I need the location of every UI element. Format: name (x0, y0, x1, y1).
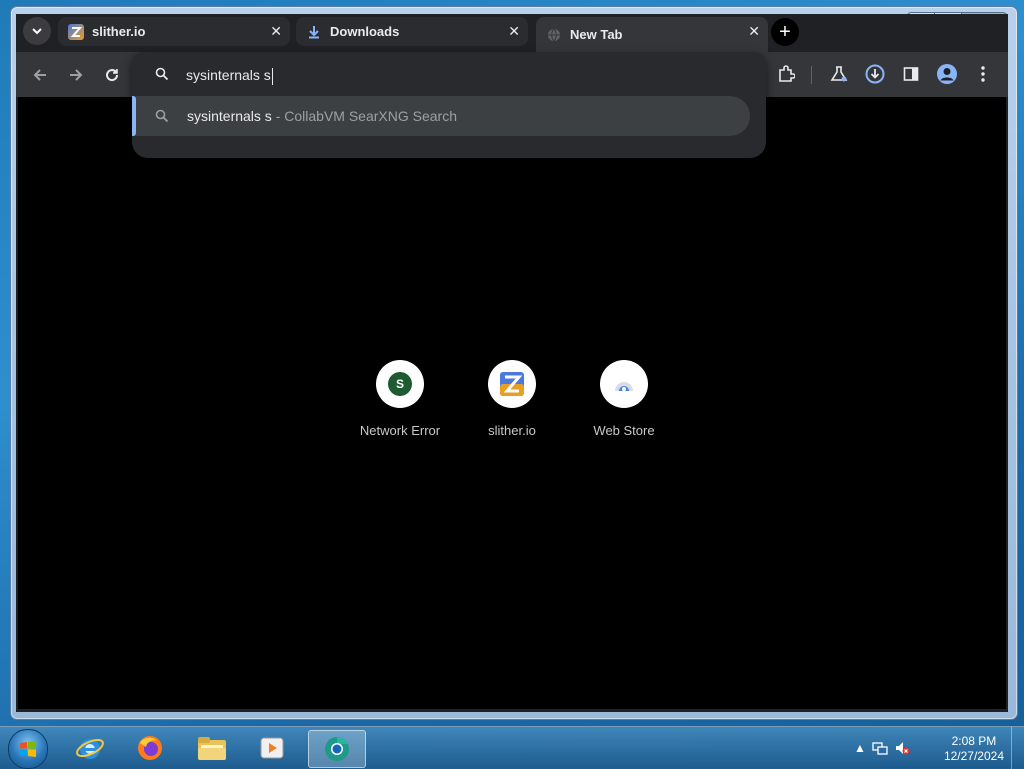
close-tab-icon[interactable]: ✕ (270, 23, 282, 40)
back-button[interactable] (29, 64, 51, 86)
new-tab-button[interactable]: + (771, 18, 799, 46)
taskbar-chrome[interactable] (308, 730, 366, 768)
globe-icon (546, 27, 562, 43)
extensions-icon (779, 65, 795, 82)
side-panel-icon (903, 67, 919, 81)
slither-favicon (68, 23, 84, 40)
download-icon (306, 24, 322, 40)
shortcut-label: Network Error (359, 423, 441, 438)
chevron-down-icon (32, 27, 42, 34)
address-bar-text: sysinternals s (186, 67, 271, 83)
downloads-button[interactable] (863, 62, 887, 86)
labs-button[interactable] (827, 62, 851, 86)
taskbar-file-explorer[interactable] (184, 730, 240, 766)
firefox-icon (138, 736, 162, 760)
shortcut-slither[interactable]: slither.io (462, 360, 562, 438)
shortcut-icon: S (376, 360, 424, 408)
clock[interactable]: 2:08 PM 12/27/2024 (944, 734, 1004, 764)
menu-button[interactable] (971, 62, 995, 86)
media-player-icon (260, 737, 284, 759)
address-bar-input[interactable]: sysinternals s (186, 67, 273, 85)
chrome-browser: slither.io ✕ Downloads ✕ New Tab ✕ + S N… (16, 14, 1008, 712)
suggestion-query: sysinternals s (187, 108, 272, 124)
download-icon (865, 64, 885, 84)
windows-logo-icon (20, 741, 36, 757)
start-button[interactable] (8, 729, 48, 769)
volume-muted-icon[interactable] (894, 740, 910, 756)
tab-strip: slither.io ✕ Downloads ✕ New Tab ✕ + (16, 14, 1008, 52)
omnibox-suggestion[interactable]: sysinternals s - CollabVM SearXNG Search (132, 96, 750, 136)
close-tab-icon[interactable]: ✕ (508, 23, 520, 40)
taskbar: ▲ 2:08 PM 12/27/2024 (0, 726, 1024, 769)
tab-slither[interactable]: slither.io ✕ (58, 17, 290, 46)
shortcut-icon (600, 360, 648, 408)
tab-downloads[interactable]: Downloads ✕ (296, 17, 528, 46)
profile-button[interactable] (935, 62, 959, 86)
reload-button[interactable] (101, 64, 123, 86)
search-icon (155, 109, 169, 123)
tab-title: New Tab (570, 27, 623, 42)
chrome-icon (325, 736, 349, 761)
network-icon[interactable] (872, 740, 888, 756)
profile-icon (937, 64, 957, 84)
side-panel-button[interactable] (899, 62, 923, 86)
selection-indicator (132, 96, 136, 136)
taskbar-firefox[interactable] (122, 730, 178, 766)
tab-title: Downloads (330, 24, 400, 39)
clock-date: 12/27/2024 (943, 749, 1004, 763)
close-tab-icon[interactable]: ✕ (748, 23, 760, 40)
new-tab-page: S Network Error slither.io Web Store (18, 97, 1006, 709)
tab-new-tab[interactable]: New Tab ✕ (536, 17, 768, 52)
show-desktop-button[interactable] (1011, 727, 1024, 769)
suggestion-text: sysinternals s - CollabVM SearXNG Search (187, 108, 457, 124)
forward-button[interactable] (65, 64, 87, 86)
toolbar-divider (811, 66, 812, 84)
shortcut-label: Web Store (593, 423, 655, 438)
internet-explorer-icon (76, 738, 104, 759)
system-tray: ▲ 2:08 PM 12/27/2024 (844, 727, 1024, 769)
forward-icon (70, 69, 83, 81)
shortcut-web-store[interactable]: Web Store (574, 360, 674, 438)
reload-icon (106, 69, 119, 82)
shortcut-icon (488, 360, 536, 408)
back-icon (33, 69, 46, 81)
web-store-icon (615, 382, 633, 391)
tab-search-button[interactable] (23, 17, 51, 45)
taskbar-internet-explorer[interactable] (62, 730, 118, 766)
taskbar-media-player[interactable] (244, 730, 300, 766)
slither-favicon (500, 372, 524, 396)
omnibox-dropdown: sysinternals s sysinternals s - CollabVM… (132, 52, 766, 158)
suggestion-source: - CollabVM SearXNG Search (271, 108, 457, 124)
labs-icon (830, 66, 848, 82)
shortcut-label: slither.io (488, 423, 536, 438)
show-hidden-icons-icon[interactable]: ▲ (854, 741, 866, 755)
extensions-button[interactable] (774, 62, 798, 86)
letter-avatar-icon: S (388, 372, 412, 396)
file-explorer-icon (198, 737, 226, 760)
tab-title: slither.io (92, 24, 146, 39)
shortcut-network-error[interactable]: S Network Error (350, 360, 450, 438)
clock-time: 2:08 PM (951, 734, 997, 748)
menu-icon (981, 66, 985, 82)
text-caret (271, 67, 273, 85)
search-icon (155, 67, 169, 81)
